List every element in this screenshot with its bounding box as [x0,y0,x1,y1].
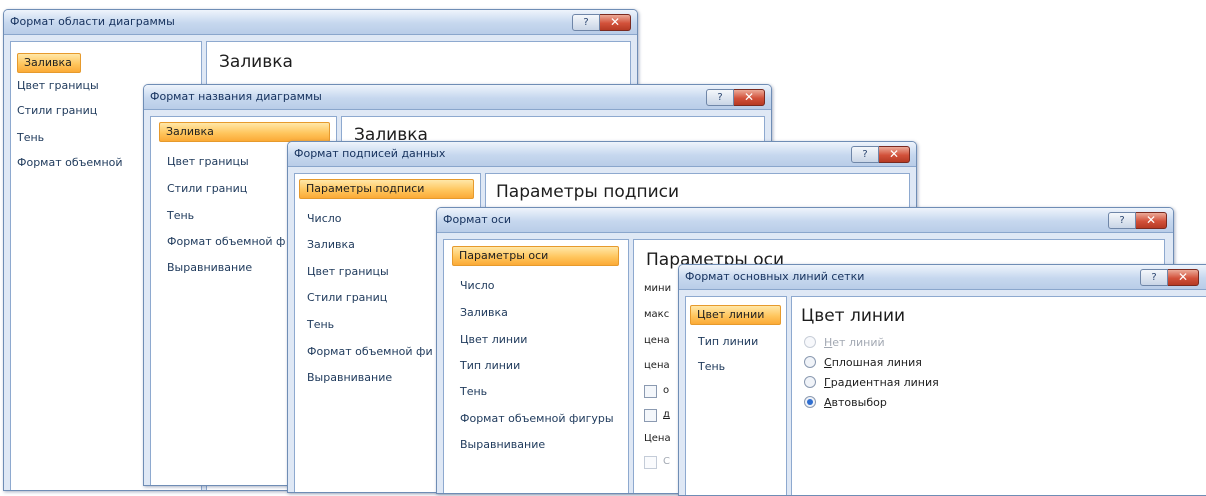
max-label: макс [644,309,670,320]
min-label: мини [644,283,672,294]
dialog-title: Формат основных линий сетки [685,270,865,283]
nav-item-border-styles[interactable]: Стили границ [167,182,247,195]
nav-item-shadow[interactable]: Тень [167,209,194,222]
nav-item-fill[interactable]: Заливка [460,306,508,319]
nav-item-border-color[interactable]: Цвет границы [17,79,99,92]
section-title: Параметры подписи [496,182,680,202]
solid-line-radio[interactable] [804,356,816,368]
nav-item-shadow[interactable]: Тень [460,385,487,398]
close-button[interactable]: ✕ [879,146,910,163]
nav-item-label-options[interactable]: Параметры подписи [299,179,474,199]
dialog-title-bar[interactable]: Формат области диаграммы ? ✕ [4,10,637,35]
major-unit-label: цена [644,335,670,346]
automatic-option[interactable]: Автовыбор [804,396,887,409]
reverse-order-checkbox[interactable] [644,385,657,398]
nav-item-fill[interactable]: Заливка [17,53,81,73]
dialog-format-major-gridlines: Формат основных линий сетки ? ✕ Цвет лин… [678,264,1206,496]
nav-item-line-style[interactable]: Тип линии [698,335,758,348]
no-line-option[interactable]: Нет линий [804,336,885,349]
minor-unit-label: цена [644,360,670,371]
nav-item-3d-format[interactable]: Формат объемной ф [167,235,285,248]
nav-item-line-style[interactable]: Тип линии [460,359,520,372]
nav-item-fill[interactable]: Заливка [159,122,330,142]
gradient-line-option[interactable]: Градиентная линия [804,376,939,389]
no-line-radio[interactable] [804,336,816,348]
log-scale-label: д [663,409,670,420]
dialog-title-bar[interactable]: Формат основных линий сетки ? ✕ [679,265,1206,290]
nav-item-axis-options[interactable]: Параметры оси [452,246,619,266]
nav-item-number[interactable]: Число [307,212,342,225]
help-button[interactable]: ? [1108,212,1136,229]
dialog-title: Формат подписей данных [294,147,446,160]
nav-item-shadow[interactable]: Тень [698,360,725,373]
display-units-label: Цена [644,433,671,444]
section-title: Заливка [219,52,293,72]
nav-item-border-styles[interactable]: Стили границ [17,104,97,117]
nav-item-border-color[interactable]: Цвет границы [307,265,389,278]
reverse-order-label: о [663,385,670,396]
nav-item-fill[interactable]: Заливка [307,238,355,251]
category-list: Цвет линии Тип линии Тень [685,296,787,495]
nav-item-shadow[interactable]: Тень [307,318,334,331]
nav-item-border-color[interactable]: Цвет границы [167,155,249,168]
nav-item-alignment[interactable]: Выравнивание [167,261,252,274]
help-button[interactable]: ? [706,89,734,106]
category-list: Параметры оси Число Заливка Цвет линии Т… [443,239,629,493]
close-button[interactable]: ✕ [1136,212,1167,229]
dialog-title-bar[interactable]: Формат оси ? ✕ [437,208,1173,233]
dialog-title: Формат области диаграммы [10,15,175,28]
nav-item-alignment[interactable]: Выравнивание [307,371,392,384]
close-button[interactable]: ✕ [1168,269,1199,286]
nav-item-alignment[interactable]: Выравнивание [460,438,545,451]
nav-item-number[interactable]: Число [460,279,495,292]
show-units-label: С [663,456,670,467]
nav-item-line-color[interactable]: Цвет линии [460,333,527,346]
nav-item-3d-format[interactable]: Формат объемной [17,156,123,169]
nav-item-3d-format[interactable]: Формат объемной фи [307,345,433,358]
help-button[interactable]: ? [851,146,879,163]
dialog-title-bar[interactable]: Формат подписей данных ? ✕ [288,142,916,167]
nav-item-line-color[interactable]: Цвет линии [690,305,781,325]
gradient-line-radio[interactable] [804,376,816,388]
dialog-title-bar[interactable]: Формат названия диаграммы ? ✕ [144,85,771,110]
solid-line-option[interactable]: Сплошная линия [804,356,922,369]
section-title: Цвет линии [801,306,906,326]
nav-item-shadow[interactable]: Тень [17,131,44,144]
help-button[interactable]: ? [1140,269,1168,286]
close-button[interactable]: ✕ [600,14,631,31]
show-units-checkbox[interactable] [644,456,657,469]
nav-item-border-styles[interactable]: Стили границ [307,291,387,304]
close-button[interactable]: ✕ [734,89,765,106]
log-scale-checkbox[interactable] [644,409,657,422]
options-pane: Цвет линии Нет линий Сплошная линия Град… [791,296,1206,495]
help-button[interactable]: ? [572,14,600,31]
automatic-radio[interactable] [804,396,816,408]
dialog-title: Формат названия диаграммы [150,90,322,103]
nav-item-3d-format[interactable]: Формат объемной фигуры [460,412,614,425]
dialog-title: Формат оси [443,213,512,226]
